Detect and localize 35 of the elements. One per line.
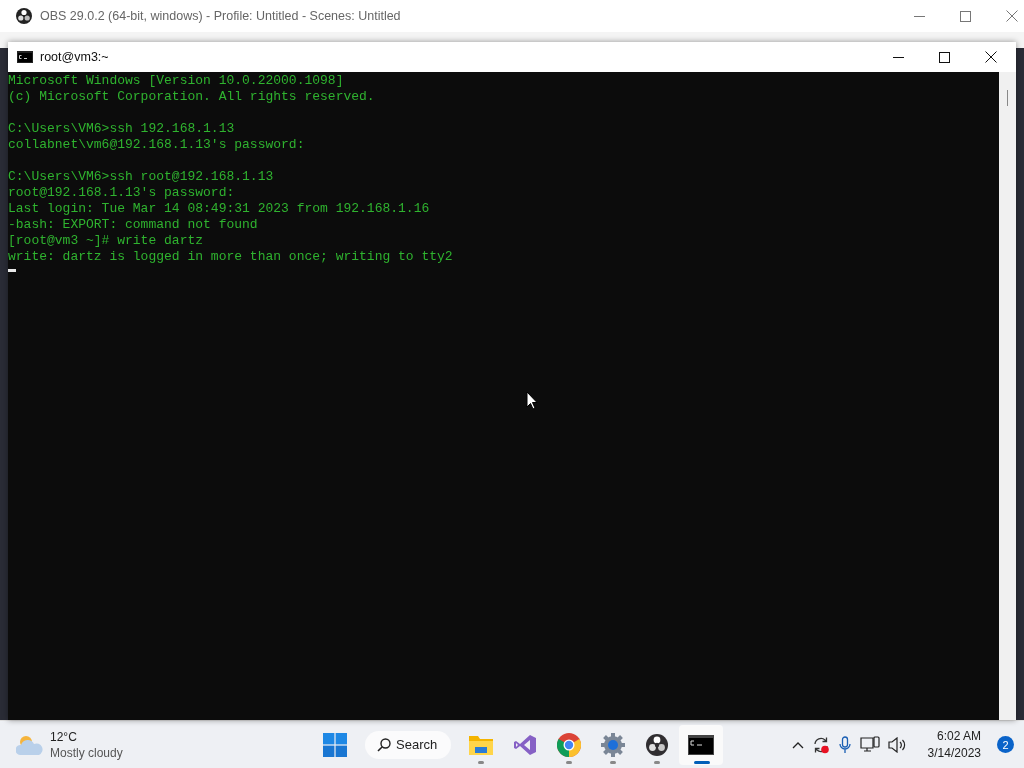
terminal-line: collabnet\vm6@192.168.1.13's password: bbox=[8, 137, 305, 153]
notification-badge[interactable]: 2 bbox=[997, 736, 1014, 753]
terminal-line: C:\Users\VM6>ssh 192.168.1.13 bbox=[8, 121, 235, 137]
clock[interactable]: 6:02 AM 3/14/2023 bbox=[927, 727, 981, 762]
sync-icon[interactable] bbox=[811, 735, 830, 754]
obs-icon bbox=[646, 733, 669, 756]
weather-condition: Mostly cloudy bbox=[50, 744, 123, 761]
terminal-line: Microsoft Windows [Version 10.0.22000.1098] bbox=[8, 73, 344, 89]
chevron-up-icon[interactable] bbox=[791, 740, 804, 749]
terminal-icon bbox=[688, 734, 715, 755]
terminal-line: Last login: Tue Mar 14 08:49:31 2023 from 192.168.1.16 bbox=[8, 201, 430, 217]
terminal-line: -bash: EXPORT: command not found bbox=[8, 217, 258, 233]
window-title: root@vm3:~ bbox=[40, 50, 109, 64]
logo-icon bbox=[16, 8, 32, 24]
temperature: 12°C bbox=[50, 728, 78, 745]
close-icon[interactable] bbox=[985, 51, 997, 63]
terminal-line: [root@vm3 ~]# write dartz bbox=[8, 233, 204, 249]
microphone-icon[interactable] bbox=[837, 735, 852, 754]
terminal-line: C:\Users\VM6>ssh root@192.168.1.13 bbox=[8, 169, 274, 185]
terminal-line: root@192.168.1.13's password: bbox=[8, 185, 235, 201]
search-icon bbox=[377, 737, 391, 752]
terminal-line: (c) Microsoft Corporation. All rights reserved. bbox=[8, 89, 375, 105]
windows-icon[interactable] bbox=[323, 732, 347, 757]
scrollbar[interactable] bbox=[999, 72, 1016, 720]
network-icon[interactable] bbox=[859, 735, 880, 754]
speaker-icon[interactable] bbox=[887, 736, 908, 753]
pointer-icon bbox=[526, 391, 538, 410]
visual-studio-icon bbox=[514, 733, 537, 756]
terminal-line: write: dartz is logged in more than once; writing to tty2 bbox=[8, 249, 453, 265]
maximize-icon[interactable] bbox=[939, 51, 950, 63]
taskbar-app[interactable] bbox=[679, 724, 724, 765]
terminal-icon bbox=[17, 51, 33, 63]
chrome-icon bbox=[557, 732, 582, 757]
search-button[interactable]: Search bbox=[365, 730, 452, 759]
window-title: OBS 29.0.2 (64-bit, windows) - Profile: Untitled - Scenes: Untitled bbox=[40, 9, 401, 23]
